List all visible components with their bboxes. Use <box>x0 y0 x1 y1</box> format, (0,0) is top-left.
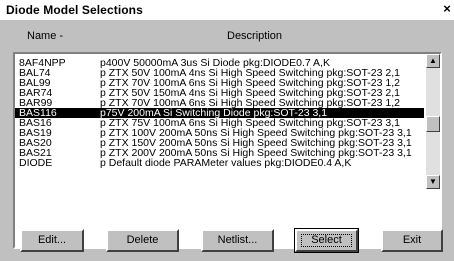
select-button[interactable]: Select <box>294 228 359 253</box>
title-bar: Diode Model Selections × <box>0 0 454 20</box>
exit-button[interactable]: Exit <box>381 229 443 252</box>
focus-indicator <box>301 234 352 247</box>
delete-button-label: Delete <box>126 234 159 246</box>
exit-button-label: Exit <box>402 234 422 246</box>
edit-button-label: Edit... <box>37 234 67 246</box>
window-title: Diode Model Selections <box>6 3 143 17</box>
list-scrollbar[interactable]: ▲ ▼ <box>426 54 440 189</box>
delete-button[interactable]: Delete <box>106 229 179 252</box>
scroll-up-icon[interactable]: ▲ <box>426 54 440 68</box>
model-list[interactable]: 8AF4NPP p400V 50000mA 3us Si Diode pkg:D… <box>13 52 442 249</box>
netlist-button[interactable]: Netlist... <box>201 229 274 252</box>
list-header: Name - Description <box>0 30 454 48</box>
close-icon[interactable]: × <box>440 2 454 16</box>
model-description: p Default diode PARAMeter values pkg:DIO… <box>100 157 352 169</box>
model-name: DIODE <box>19 157 53 169</box>
column-header-description[interactable]: Description <box>227 30 282 42</box>
column-header-name[interactable]: Name - <box>27 30 63 42</box>
diode-model-dialog: Diode Model Selections × Name - Descript… <box>0 0 454 261</box>
scroll-thumb[interactable] <box>426 116 440 132</box>
netlist-button-label: Netlist... <box>217 234 258 246</box>
scroll-down-icon[interactable]: ▼ <box>426 175 440 189</box>
model-list-rows: 8AF4NPP p400V 50000mA 3us Si Diode pkg:D… <box>15 54 424 189</box>
edit-button[interactable]: Edit... <box>20 229 84 252</box>
list-item[interactable]: DIODE p Default diode PARAMeter values p… <box>15 157 424 169</box>
